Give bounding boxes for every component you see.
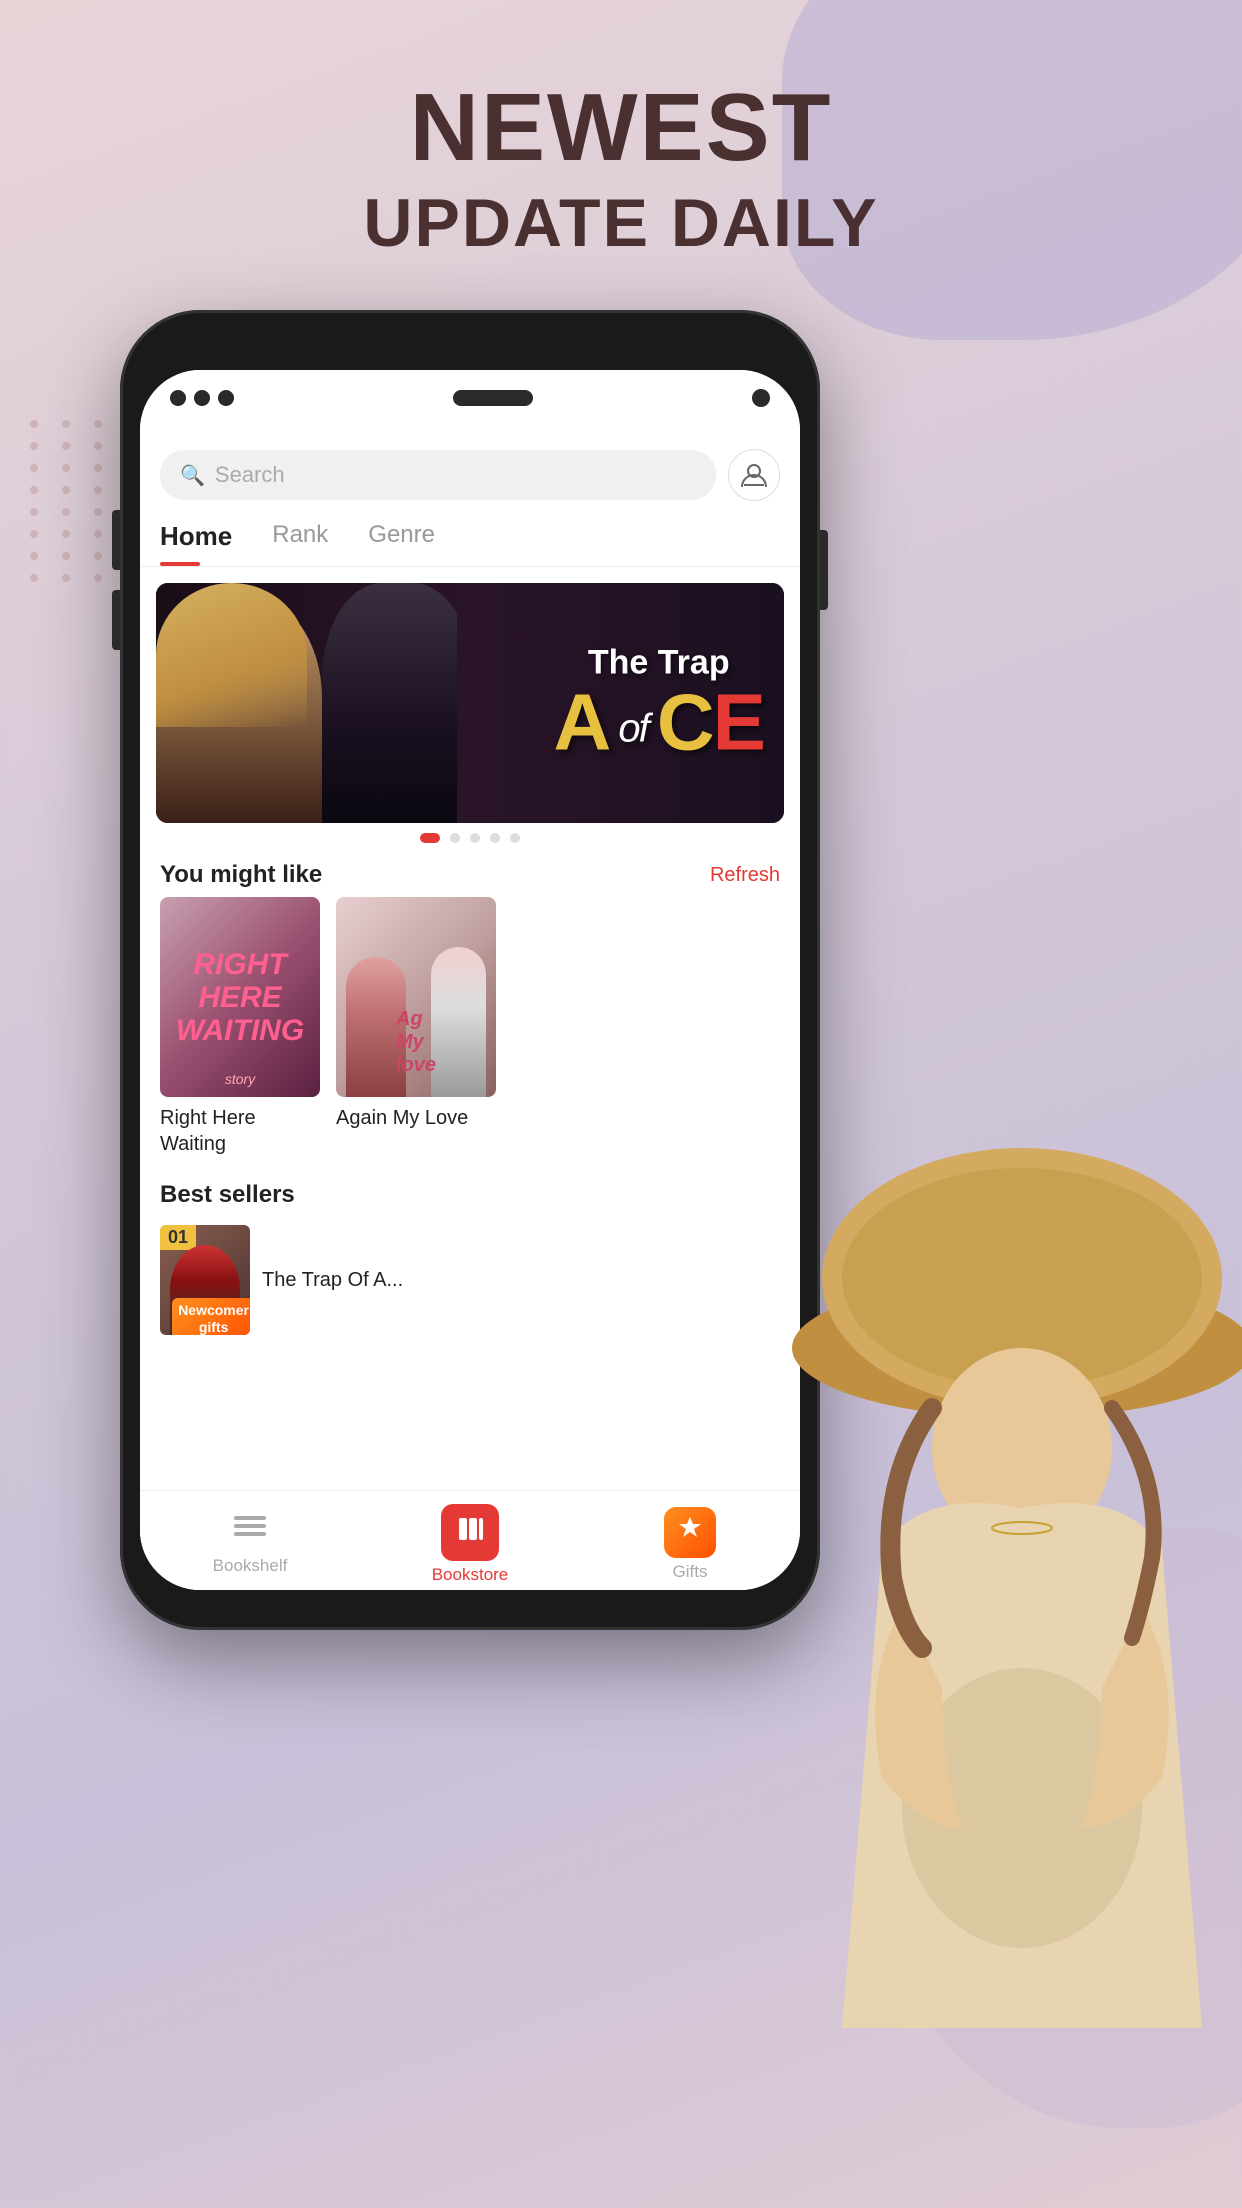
book-title-again: Again My Love [336, 1105, 496, 1131]
gifts-label: Gifts [673, 1562, 708, 1582]
best-sellers-header: Best sellers [140, 1173, 800, 1217]
search-icon: 🔍 [180, 463, 205, 488]
banner-dot-4[interactable] [490, 833, 500, 843]
power-button [820, 530, 828, 610]
banner-image: The Trap A of CE [156, 583, 784, 823]
search-placeholder: Search [215, 462, 285, 488]
search-area: 🔍 Search [140, 425, 800, 513]
best-sellers-title: Best sellers [160, 1181, 295, 1209]
bookstore-label: Bookstore [432, 1565, 509, 1585]
search-bar[interactable]: 🔍 Search [160, 450, 716, 500]
book-card-again-my-love[interactable]: AgMylove Again My Love [336, 897, 496, 1157]
nav-tabs: Home Rank Genre [140, 513, 800, 567]
person-overlay [782, 1128, 1242, 2028]
refresh-button[interactable]: Refresh [710, 864, 780, 887]
profile-icon [740, 461, 768, 489]
bottom-nav-gifts[interactable]: Gifts [580, 1499, 800, 1582]
vol-down-button [112, 590, 120, 650]
book-title-right-here: Right Here Waiting [160, 1105, 320, 1157]
banner-ace: A of CE [553, 683, 764, 763]
banner-dot-2[interactable] [450, 833, 460, 843]
book-cover-again-my-love: AgMylove [336, 897, 496, 1097]
banner-dot-3[interactable] [470, 833, 480, 843]
profile-button[interactable] [728, 449, 780, 501]
gifts-icon [664, 1507, 716, 1558]
app-content: 🔍 Search Home Rank Genre [140, 425, 800, 1590]
rank-badge: 01 [160, 1225, 196, 1250]
might-like-header: You might like Refresh [140, 853, 800, 897]
headline-line1: NEWEST [0, 80, 1242, 176]
book-row: RIGHTHEREWAITING story Right Here Waitin… [140, 897, 800, 1157]
bottom-nav-bookshelf[interactable]: Bookshelf [140, 1506, 360, 1576]
banner[interactable]: The Trap A of CE [156, 583, 784, 823]
phone-screen: 🔍 Search Home Rank Genre [140, 370, 800, 1590]
book-cover-right-here: RIGHTHEREWAITING story [160, 897, 320, 1097]
might-like-title: You might like [160, 861, 322, 889]
best-seller-title-1: The Trap Of A... [262, 1269, 403, 1292]
banner-title: The Trap A of CE [553, 644, 764, 763]
book-card-right-here[interactable]: RIGHTHEREWAITING story Right Here Waitin… [160, 897, 320, 1157]
headline-line2: UPDATE DAILY [0, 184, 1242, 262]
tab-rank[interactable]: Rank [272, 521, 328, 566]
banner-dot-1[interactable] [420, 833, 440, 843]
bookshelf-icon [232, 1514, 268, 1552]
vol-up-button [112, 510, 120, 570]
banner-dot-5[interactable] [510, 833, 520, 843]
newcomer-badge: Newcomergifts [172, 1298, 250, 1335]
best-sellers-row: 01 Newcomergifts The Trap Of A... [140, 1217, 800, 1343]
bottom-nav-bookstore[interactable]: Bookstore [360, 1496, 580, 1585]
bookstore-icon [441, 1504, 499, 1561]
headline: NEWEST UPDATE DAILY [0, 80, 1242, 262]
best-seller-1[interactable]: 01 Newcomergifts The Trap Of A... [160, 1225, 403, 1335]
banner-dots [140, 833, 800, 843]
bottom-nav: Bookshelf Bookstore [140, 1490, 800, 1590]
tab-genre[interactable]: Genre [368, 521, 435, 566]
best-seller-cover-1: 01 Newcomergifts [160, 1225, 250, 1335]
bookshelf-label: Bookshelf [213, 1556, 288, 1576]
phone-frame: 🔍 Search Home Rank Genre [120, 310, 820, 1630]
tab-home[interactable]: Home [160, 521, 232, 566]
